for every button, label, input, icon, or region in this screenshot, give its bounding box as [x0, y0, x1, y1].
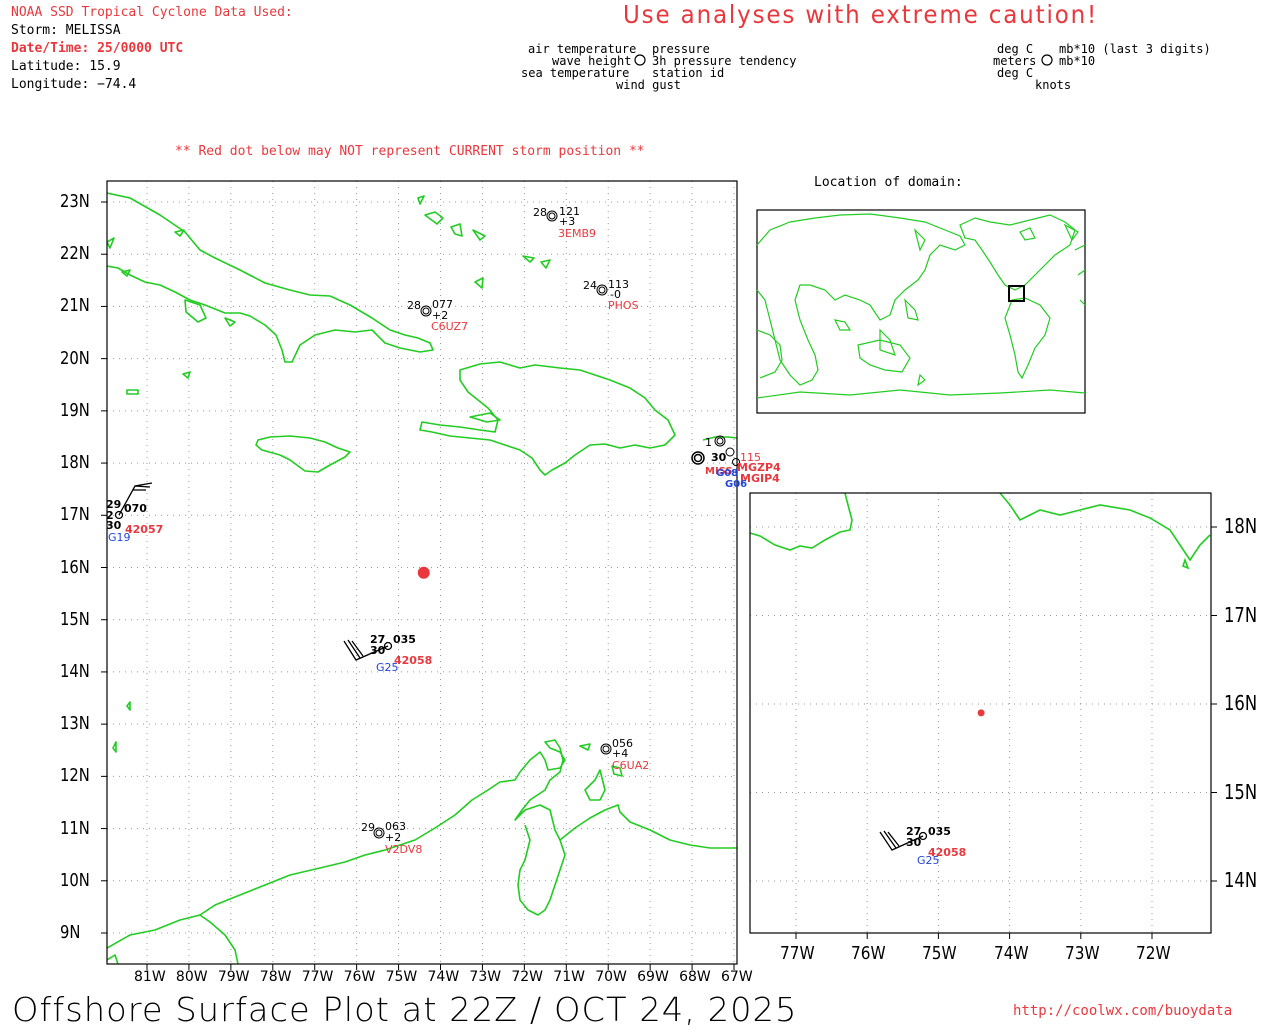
zoom-lon-label: 75W	[922, 943, 957, 964]
lat-label: 9N	[60, 922, 81, 943]
locator-map	[756, 209, 1086, 414]
lon-label: 70W	[595, 969, 627, 985]
lat-label: 18N	[60, 452, 90, 474]
zoom-lon-label: 77W	[780, 943, 815, 964]
zoom-lat-label: 18N	[1224, 514, 1258, 538]
station-v2dv8-air: 29	[361, 821, 375, 834]
station-3emb9-air: 28	[533, 206, 547, 219]
station-42058-gust: G25	[376, 661, 399, 674]
lat-label: 15N	[60, 608, 90, 630]
lat-label: 19N	[60, 399, 90, 421]
legend-units-circle	[1041, 54, 1053, 66]
lat-label: 13N	[60, 713, 90, 735]
zoom-storm-dot	[977, 709, 985, 717]
plot-title: Offshore Surface Plot at 22Z / OCT 24, 2…	[12, 990, 798, 1029]
map-canvas	[101, 54, 1217, 970]
station-plots	[114, 210, 740, 839]
lat-label: 23N	[60, 191, 90, 212]
zoom-lon-label: 72W	[1136, 943, 1171, 964]
station-v2dv8-id: V2DV8	[385, 843, 423, 856]
lon-label: 79W	[217, 969, 250, 985]
lon-label: 78W	[259, 969, 292, 985]
lat-label: 16N	[60, 556, 90, 578]
cluster-value-1: 1	[705, 436, 712, 449]
zoom-42058-pressure: 035	[928, 825, 951, 838]
zoom-coastlines	[750, 493, 1211, 570]
lon-label: 76W	[343, 969, 376, 985]
station-c6uz7-air: 28	[407, 299, 421, 312]
lat-label: 22N	[60, 243, 90, 265]
station-3emb9-id: 3EMB9	[558, 227, 596, 240]
lat-label: 11N	[60, 817, 90, 839]
lat-label: 20N	[60, 347, 90, 369]
station-v2dv8	[373, 827, 385, 839]
zoom-lon-label: 74W	[993, 943, 1029, 964]
cluster-value-30: 30	[711, 451, 727, 464]
zoom-lat-label: 14N	[1224, 868, 1258, 892]
lon-label: 69W	[637, 969, 669, 985]
station-c6ua2-id: C6UA2	[612, 759, 650, 772]
station-phos-air: 24	[583, 279, 597, 292]
station-mgip4-gust: G06	[725, 479, 748, 490]
station-42057-id: 42057	[125, 523, 164, 536]
station-42058-pressure: 035	[393, 633, 416, 646]
legend-station-circle	[634, 54, 646, 66]
station-phos-id: PHOS	[608, 299, 639, 312]
station-c6uz7	[420, 305, 432, 317]
station-3embb9	[546, 210, 558, 222]
zoom-lon-label: 73W	[1064, 943, 1100, 964]
lon-label: 68W	[679, 969, 711, 985]
source-url[interactable]: http://coolwx.com/buoydata	[1013, 1003, 1232, 1019]
zoom-42058-sea: 30	[906, 836, 922, 849]
zoom-42058-gust: G25	[917, 854, 940, 867]
lon-label: 67W	[721, 969, 753, 985]
lon-label: 71W	[553, 969, 585, 985]
lat-label: 14N	[60, 660, 90, 682]
lon-label: 73W	[469, 969, 502, 985]
lat-label: 10N	[60, 869, 90, 891]
station-phos	[596, 284, 608, 296]
lat-label: 12N	[60, 765, 90, 787]
lon-label: 75W	[385, 969, 418, 985]
station-42058-id: 42058	[394, 654, 433, 667]
lon-label: 74W	[427, 969, 460, 985]
station-42057-pressure: 070	[124, 502, 147, 515]
zoom-lat-label: 15N	[1224, 779, 1258, 804]
zoom-lon-label: 76W	[851, 943, 886, 964]
station-42057-gust: G19	[108, 531, 131, 544]
station-c6uz7-id: C6UZ7	[431, 320, 469, 333]
lon-label: 77W	[301, 969, 334, 985]
station-c6ua2	[600, 743, 612, 755]
lon-label: 80W	[175, 969, 208, 985]
lon-label: 72W	[511, 969, 544, 985]
lon-label: 81W	[134, 969, 166, 985]
cluster-gust-g08: G08	[716, 468, 739, 479]
lat-label: 21N	[60, 295, 90, 317]
zoom-map	[749, 492, 1212, 934]
storm-position-dot	[417, 566, 430, 579]
zoom-lat-label: 16N	[1224, 691, 1258, 715]
station-42058-sea: 30	[370, 644, 386, 657]
lat-label: 17N	[60, 504, 90, 526]
zoom-lat-label: 17N	[1224, 602, 1258, 627]
